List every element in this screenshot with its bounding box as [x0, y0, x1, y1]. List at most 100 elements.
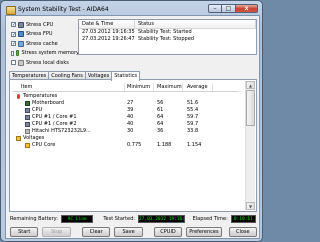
stats-min: 30 [127, 128, 134, 134]
stats-max: 1.188 [157, 142, 172, 148]
voltage-icon [16, 136, 21, 141]
stats-item: CPU Core [32, 142, 56, 148]
scroll-down-button[interactable]: ▼ [246, 202, 255, 210]
log-header-datetime[interactable]: Date & Time [79, 20, 135, 28]
cpu-icon [18, 21, 24, 28]
stress-option-memory[interactable]: Stress system memory [11, 49, 79, 59]
checkbox[interactable]: ✓ [11, 41, 16, 47]
close-window-button[interactable]: x [236, 4, 258, 13]
stability-test-window: System Stability Test - AIDA64 – □ x ✓ S… [0, 0, 263, 242]
fpu-icon [18, 31, 24, 38]
log-datetime: 27.03.2012 19:16:35 [82, 29, 135, 35]
statistics-rows: Temperatures Motherboard 27 56 51.6 CPU … [13, 93, 239, 149]
stress-option-cache[interactable]: ✓ Stress cache [11, 39, 79, 49]
log-status: Stability Test: Stopped [138, 36, 194, 42]
header-maximum[interactable]: Maximum [154, 83, 183, 91]
cpu-chip-icon [25, 122, 30, 127]
voltage-icon [25, 143, 30, 148]
stats-row[interactable]: Motherboard 27 56 51.6 [13, 100, 239, 107]
stats-group-row[interactable]: Voltages [13, 135, 239, 142]
maximize-button[interactable]: □ [222, 4, 236, 13]
save-button[interactable]: Save [114, 227, 143, 237]
stop-button[interactable]: Stop [42, 227, 71, 237]
stats-item: CPU #1 / Core #2 [32, 121, 77, 127]
statistics-header: Item Minimum Maximum Average [13, 83, 239, 92]
stress-options: ✓ Stress CPU ✓ Stress FPU ✓ Stress cache… [11, 20, 79, 68]
close-button[interactable]: Close [228, 227, 258, 237]
checkbox[interactable] [11, 50, 15, 56]
header-minimum[interactable]: Minimum [125, 83, 154, 91]
statistics-panel: Item Minimum Maximum Average Temperature… [9, 79, 257, 212]
log-datetime: 27.03.2012 19:26:47 [82, 36, 135, 42]
stats-item: CPU [32, 107, 43, 113]
tab-statistics[interactable]: Statistics [111, 71, 141, 81]
stats-avg: 51.6 [187, 100, 199, 106]
stats-item: CPU #1 / Core #1 [32, 114, 77, 120]
event-log[interactable]: Date & Time Status 27.03.2012 19:16:35 S… [78, 19, 257, 55]
checkbox[interactable] [11, 60, 16, 66]
checkbox[interactable]: ✓ [11, 31, 16, 37]
stats-min: 40 [127, 114, 134, 120]
stress-option-cpu[interactable]: ✓ Stress CPU [11, 20, 79, 30]
stress-option-fpu[interactable]: ✓ Stress FPU [11, 30, 79, 40]
stats-row[interactable]: Hitachi HTS723232L9... 30 36 33.8 [13, 128, 239, 135]
clear-button[interactable]: Clear [81, 227, 111, 237]
cpu-chip-icon [25, 108, 30, 113]
stats-avg: 59.7 [187, 121, 199, 127]
button-bar: Start Stop Clear Save CPUID Preferences … [10, 227, 258, 238]
aida64-app-icon [6, 6, 16, 15]
stress-option-label: Stress cache [26, 40, 58, 47]
stats-item: Hitachi HTS723232L9... [32, 128, 91, 134]
elapsed-time-label: Elapsed Time: [192, 216, 228, 222]
motherboard-icon [25, 101, 30, 106]
cache-icon [18, 40, 24, 47]
battery-label: Remaining Battery: [10, 216, 58, 222]
stats-max: 61 [157, 107, 164, 113]
stats-max: 56 [157, 100, 164, 106]
stress-option-disks[interactable]: Stress local disks [11, 58, 79, 68]
vertical-scrollbar[interactable]: ▲ ▼ [245, 81, 255, 210]
stats-max: 64 [157, 121, 164, 127]
stats-avg: 33.8 [187, 128, 199, 134]
log-status: Stability Test: Started [138, 29, 192, 35]
stats-row[interactable]: CPU #1 / Core #2 40 64 59.7 [13, 121, 239, 128]
log-header: Date & Time Status [79, 20, 256, 29]
stress-option-label: Stress CPU [26, 21, 54, 28]
scroll-thumb[interactable] [246, 90, 255, 126]
stats-max: 64 [157, 114, 164, 120]
cpuid-button[interactable]: CPUID [153, 227, 183, 237]
header-item[interactable]: Item [13, 83, 125, 91]
battery-display: AC Line [60, 215, 94, 223]
test-started-display: 27.03.2012 19:16:35 [137, 215, 185, 223]
log-row[interactable]: 27.03.2012 19:16:35 Stability Test: Star… [79, 29, 256, 36]
test-started-label: Test Started: [103, 216, 135, 222]
elapsed-time-display: 0:10:11 [230, 215, 256, 223]
stats-min: 40 [127, 121, 134, 127]
hard-disk-icon [25, 129, 30, 134]
cpu-chip-icon [25, 115, 30, 120]
stats-item: Temperatures [23, 93, 58, 99]
stats-row[interactable]: CPU Core 0.775 1.188 1.154 [13, 142, 239, 149]
stats-min: 39 [127, 107, 134, 113]
stats-group-row[interactable]: Temperatures [13, 93, 239, 100]
preferences-button[interactable]: Preferences [186, 227, 222, 237]
log-row[interactable]: 27.03.2012 19:26:47 Stability Test: Stop… [79, 36, 256, 43]
stats-min: 0.775 [127, 142, 142, 148]
stress-option-label: Stress FPU [26, 31, 53, 38]
window-title: System Stability Test - AIDA64 [18, 6, 109, 13]
stats-row[interactable]: CPU 39 61 55.4 [13, 107, 239, 114]
memory-icon [16, 50, 20, 57]
checkbox[interactable]: ✓ [11, 22, 16, 28]
disk-icon [18, 59, 24, 66]
start-button[interactable]: Start [10, 227, 39, 237]
stats-avg: 1.154 [187, 142, 202, 148]
window-controls: – □ x [208, 4, 258, 14]
client-area: ✓ Stress CPU ✓ Stress FPU ✓ Stress cache… [5, 15, 260, 239]
header-average[interactable]: Average [183, 83, 213, 91]
log-header-status[interactable]: Status [135, 20, 256, 28]
stats-min: 27 [127, 100, 134, 106]
minimize-button[interactable]: – [208, 4, 222, 13]
stats-row[interactable]: CPU #1 / Core #1 40 64 59.7 [13, 114, 239, 121]
scroll-up-button[interactable]: ▲ [246, 81, 255, 89]
stats-avg: 59.7 [187, 114, 199, 120]
